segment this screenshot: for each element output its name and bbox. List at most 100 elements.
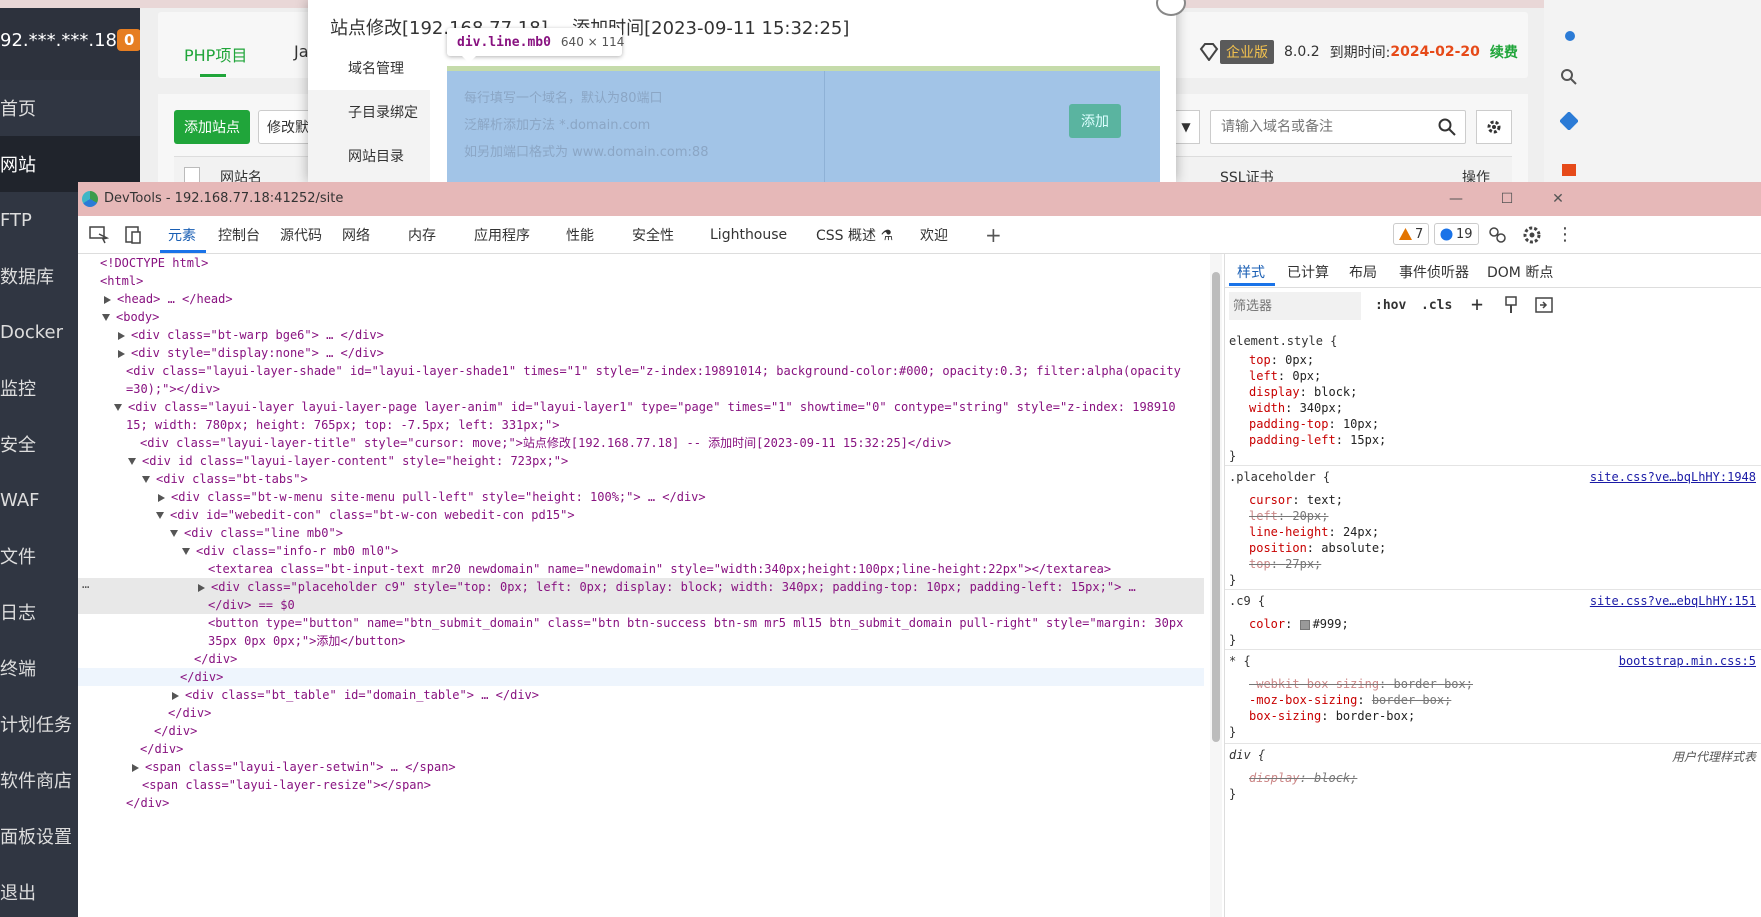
- settings-button[interactable]: [1476, 110, 1512, 144]
- tab-security[interactable]: 安全性: [632, 216, 674, 253]
- code-line[interactable]: </div>: [168, 704, 211, 722]
- collapse-arrow-icon[interactable]: [128, 458, 136, 465]
- collapse-arrow-icon[interactable]: [102, 314, 110, 321]
- search-icon[interactable]: [1560, 68, 1578, 86]
- server-indicator[interactable]: 92.***.***.18 0: [0, 0, 142, 80]
- css-property-overridden[interactable]: -webkit-box-sizing: border-box;: [1249, 677, 1473, 691]
- collapse-arrow-icon[interactable]: [182, 548, 190, 555]
- code-line-node[interactable]: <div id="webedit-con" class="bt-w-con we…: [156, 506, 575, 524]
- device-toolbar-icon[interactable]: [122, 224, 144, 246]
- code-line[interactable]: <button type="button" name="btn_submit_d…: [208, 614, 1183, 632]
- minimize-icon[interactable]: —: [1444, 188, 1468, 210]
- rule-selector[interactable]: * {: [1229, 654, 1251, 668]
- tab-php-project[interactable]: PHP项目: [184, 42, 247, 66]
- code-line[interactable]: <html>: [100, 272, 143, 290]
- rule-selector[interactable]: .c9 {: [1229, 594, 1265, 608]
- code-line-node[interactable]: <div class="bt_table" id="domain_table">…: [172, 686, 539, 704]
- css-property[interactable]: padding-top: 10px;: [1249, 417, 1379, 431]
- css-property[interactable]: display: block;: [1249, 385, 1357, 399]
- css-property[interactable]: -moz-box-sizing: border-box;: [1249, 693, 1451, 707]
- expand-arrow-icon[interactable]: [132, 763, 139, 772]
- expand-arrow-icon[interactable]: [104, 295, 111, 304]
- tab-dom-breakpoints[interactable]: DOM 断点: [1487, 262, 1553, 282]
- code-line[interactable]: </div>: [194, 650, 237, 668]
- code-line-node[interactable]: <head> … </head>: [104, 290, 233, 308]
- code-line-node[interactable]: <span class="layui-layer-setwin"> … </sp…: [132, 758, 456, 776]
- more-options-icon[interactable]: ⋮: [1556, 216, 1574, 253]
- code-line-node[interactable]: <div class="bt-tabs">: [142, 470, 308, 488]
- maximize-icon[interactable]: ☐: [1495, 188, 1519, 210]
- expand-arrow-icon[interactable]: [118, 349, 125, 358]
- chevron-down-icon[interactable]: ▼: [1172, 110, 1200, 144]
- close-icon[interactable]: ✕: [1546, 188, 1570, 210]
- messages-badge[interactable]: 19: [1434, 223, 1479, 245]
- tab-memory[interactable]: 内存: [408, 216, 436, 253]
- sidebar-toggle-icon[interactable]: [1535, 297, 1553, 313]
- inspect-element-icon[interactable]: [88, 224, 110, 246]
- selected-code-line[interactable]: <div class="placeholder c9" style="top: …: [198, 578, 1136, 596]
- tab-performance[interactable]: 性能: [566, 216, 594, 253]
- code-line[interactable]: 35px 0px 0px;">添加</button>: [208, 632, 405, 650]
- css-property[interactable]: position: absolute;: [1249, 541, 1386, 555]
- tab-welcome[interactable]: 欢迎: [920, 216, 948, 253]
- css-property[interactable]: top: 0px;: [1249, 353, 1314, 367]
- css-property-overridden[interactable]: display: block;: [1249, 771, 1357, 785]
- code-line[interactable]: <div class="layui-layer-shade" id="layui…: [126, 362, 1181, 380]
- elements-scrollbar[interactable]: [1210, 254, 1222, 917]
- tab-network[interactable]: 网络: [342, 216, 370, 253]
- tab-css-overview[interactable]: CSS 概述 ⚗: [816, 216, 893, 253]
- scrollbar-thumb[interactable]: [1212, 272, 1220, 742]
- tab-computed[interactable]: 已计算: [1287, 262, 1329, 282]
- shopping-icon[interactable]: [1560, 160, 1578, 178]
- hover-state-toggle[interactable]: :hov: [1375, 298, 1406, 313]
- code-line[interactable]: </div>: [154, 722, 197, 740]
- bell-icon[interactable]: [1562, 28, 1578, 44]
- code-line[interactable]: =30);"></div>: [126, 380, 220, 398]
- select-all-checkbox[interactable]: [184, 167, 200, 183]
- code-line[interactable]: <span class="layui-layer-resize"></span>: [142, 776, 431, 794]
- code-line[interactable]: </div>: [180, 668, 223, 686]
- code-line[interactable]: </div>: [126, 794, 169, 812]
- rule-selector[interactable]: .placeholder {: [1229, 470, 1330, 484]
- code-line[interactable]: </div>: [140, 740, 183, 758]
- tab-layout[interactable]: 布局: [1349, 262, 1377, 282]
- code-line-node[interactable]: <div class="info-r mb0 ml0">: [182, 542, 398, 560]
- expand-arrow-icon[interactable]: [198, 583, 205, 592]
- rule-selector[interactable]: element.style {: [1229, 334, 1337, 348]
- class-toggle[interactable]: .cls: [1421, 298, 1452, 313]
- tab-sources[interactable]: 源代码: [280, 216, 322, 253]
- devtools-titlebar[interactable]: DevTools - 192.168.77.18:41252/site — ☐ …: [78, 182, 1761, 216]
- code-line[interactable]: <div class="layui-layer-title" style="cu…: [140, 434, 951, 452]
- css-property[interactable]: width: 340px;: [1249, 401, 1343, 415]
- search-icon[interactable]: [1438, 118, 1456, 136]
- expand-arrow-icon[interactable]: [118, 331, 125, 340]
- code-line[interactable]: </div> == $0: [208, 596, 295, 614]
- tab-java-project[interactable]: Ja: [294, 42, 309, 61]
- menu-domain-management[interactable]: 域名管理: [308, 46, 430, 90]
- collapse-arrow-icon[interactable]: [156, 512, 164, 519]
- css-property[interactable]: left: 0px;: [1249, 369, 1321, 383]
- css-property-overridden[interactable]: left: 20px;: [1249, 509, 1328, 523]
- warnings-badge[interactable]: 7: [1393, 223, 1430, 245]
- renew-link[interactable]: 续费: [1490, 42, 1518, 62]
- color-swatch-icon[interactable]: [1299, 619, 1310, 630]
- code-line[interactable]: <textarea class="bt-input-text mr20 newd…: [208, 560, 1111, 578]
- rule-source-link[interactable]: bootstrap.min.css:5: [1619, 654, 1756, 668]
- tab-elements[interactable]: 元素: [168, 216, 196, 253]
- extension-icon[interactable]: [1560, 112, 1578, 130]
- tab-event-listeners[interactable]: 事件侦听器: [1399, 262, 1469, 282]
- rule-selector[interactable]: div {: [1229, 748, 1265, 762]
- account-icon[interactable]: [1486, 224, 1508, 246]
- domain-search-input[interactable]: [1210, 110, 1466, 144]
- paint-icon[interactable]: [1503, 296, 1519, 314]
- add-rule-icon[interactable]: +: [1471, 292, 1483, 316]
- add-domain-button[interactable]: 添加: [1069, 104, 1121, 138]
- add-site-button[interactable]: 添加站点: [174, 110, 250, 144]
- rule-source-link[interactable]: site.css?ve…ebqLhHY:151: [1590, 594, 1756, 608]
- expand-arrow-icon[interactable]: [158, 493, 165, 502]
- code-line-node[interactable]: <div style="display:none"> … </div>: [118, 344, 384, 362]
- code-line[interactable]: 15; width: 780px; height: 765px; top: -7…: [126, 416, 559, 434]
- notification-badge[interactable]: 0: [116, 29, 142, 51]
- collapse-arrow-icon[interactable]: [114, 404, 122, 411]
- styles-filter-input[interactable]: [1229, 292, 1361, 320]
